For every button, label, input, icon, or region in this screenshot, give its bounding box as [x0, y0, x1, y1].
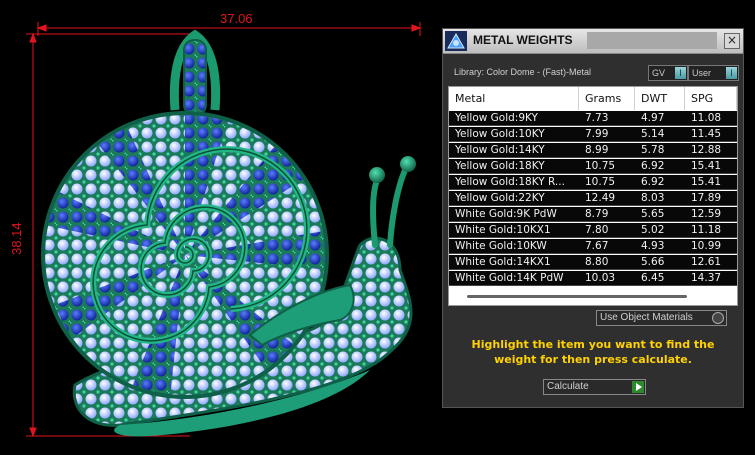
- cell-spg: 12.88: [691, 144, 722, 156]
- table-row[interactable]: Yellow Gold:14KY 8.99 5.78 12.88: [449, 143, 737, 158]
- table-row[interactable]: White Gold:14K PdW 10.03 6.45 14.37: [449, 271, 737, 286]
- table-row[interactable]: White Gold:10KW 7.67 4.93 10.99: [449, 239, 737, 254]
- cell-metal: Yellow Gold:10KY: [455, 128, 545, 140]
- titlebar-filler: [587, 32, 717, 49]
- cell-dwt: 8.03: [641, 192, 665, 204]
- app-logo-icon: [445, 31, 467, 51]
- cell-spg: 14.37: [691, 272, 722, 284]
- height-dimension-label: 38.14: [9, 222, 24, 255]
- cell-metal: Yellow Gold:9KY: [455, 112, 538, 124]
- cell-grams: 7.99: [585, 128, 609, 140]
- cell-spg: 11.18: [691, 224, 722, 236]
- cell-grams: 7.80: [585, 224, 609, 236]
- library-label: Library: Color Dome - (Fast)-Metal: [454, 67, 592, 77]
- calculate-label: Calculate: [547, 381, 589, 392]
- cell-dwt: 5.02: [641, 224, 665, 236]
- scrollbar-thumb[interactable]: [467, 295, 687, 298]
- cell-dwt: 4.97: [641, 112, 665, 124]
- cell-metal: Yellow Gold:14KY: [455, 144, 545, 156]
- width-dimension-label: 37.06: [220, 11, 253, 26]
- table-header: Metal Grams DWT SPG: [449, 87, 737, 110]
- user-toggle-label: User: [692, 68, 712, 78]
- cell-spg: 15.41: [691, 176, 722, 188]
- cell-grams: 10.03: [585, 272, 616, 284]
- column-header-spg[interactable]: SPG: [685, 87, 737, 110]
- cell-metal: Yellow Gold:18KY R...: [455, 176, 565, 188]
- cell-grams: 10.75: [585, 160, 616, 172]
- cell-spg: 17.89: [691, 192, 722, 204]
- column-header-grams[interactable]: Grams: [579, 87, 635, 110]
- use-object-materials-option[interactable]: Use Object Materials: [596, 310, 727, 326]
- table-row[interactable]: White Gold:10KX1 7.80 5.02 11.18: [449, 223, 737, 238]
- cell-spg: 11.08: [691, 112, 722, 124]
- table-row[interactable]: Yellow Gold:18KY 10.75 6.92 15.41: [449, 159, 737, 174]
- panel-titlebar[interactable]: METAL WEIGHTS ×: [443, 29, 743, 54]
- gv-toggle-label: GV: [652, 68, 666, 78]
- gv-toggle[interactable]: GV I: [648, 65, 688, 81]
- cell-dwt: 5.14: [641, 128, 665, 140]
- cell-metal: White Gold:10KW: [455, 240, 547, 252]
- pendant-bail: [169, 29, 221, 116]
- toggle-knob-icon: I: [726, 67, 737, 79]
- cell-grams: 8.99: [585, 144, 609, 156]
- cell-spg: 11.45: [691, 128, 722, 140]
- column-header-metal[interactable]: Metal: [449, 87, 579, 110]
- close-button[interactable]: ×: [724, 33, 740, 49]
- table-row[interactable]: Yellow Gold:18KY R... 10.75 6.92 15.41: [449, 175, 737, 190]
- cell-grams: 7.67: [585, 240, 609, 252]
- cell-dwt: 4.93: [641, 240, 665, 252]
- table-row[interactable]: Yellow Gold:9KY 7.73 4.97 11.08: [449, 111, 737, 126]
- cell-grams: 8.79: [585, 208, 609, 220]
- cell-metal: Yellow Gold:18KY: [455, 160, 545, 172]
- cell-spg: 12.61: [691, 256, 722, 268]
- cell-grams: 10.75: [585, 176, 616, 188]
- cell-dwt: 6.45: [641, 272, 665, 284]
- cell-spg: 12.59: [691, 208, 722, 220]
- cell-grams: 8.80: [585, 256, 609, 268]
- cell-spg: 10.99: [691, 240, 722, 252]
- column-header-dwt[interactable]: DWT: [635, 87, 685, 110]
- cell-metal: Yellow Gold:22KY: [455, 192, 545, 204]
- instructions-text: Highlight the item you want to find the …: [471, 338, 715, 366]
- play-icon: [632, 381, 644, 393]
- table-row[interactable]: Yellow Gold:22KY 12.49 8.03 17.89: [449, 191, 737, 206]
- horizontal-scrollbar[interactable]: [449, 289, 737, 305]
- panel-title: METAL WEIGHTS: [473, 33, 573, 47]
- snail-pendant-model: [26, 22, 422, 438]
- calculate-button[interactable]: Calculate: [543, 379, 646, 395]
- metal-weights-panel: METAL WEIGHTS × Library: Color Dome - (F…: [442, 28, 744, 408]
- cell-dwt: 5.65: [641, 208, 665, 220]
- use-object-materials-label: Use Object Materials: [600, 312, 693, 323]
- table-row[interactable]: White Gold:9K PdW 8.79 5.65 12.59: [449, 207, 737, 222]
- cell-grams: 7.73: [585, 112, 609, 124]
- cell-dwt: 5.78: [641, 144, 665, 156]
- cell-dwt: 6.92: [641, 176, 665, 188]
- table-row[interactable]: White Gold:14KX1 8.80 5.66 12.61: [449, 255, 737, 270]
- cell-metal: White Gold:14KX1: [455, 256, 551, 268]
- toggle-knob-icon: I: [675, 67, 686, 79]
- table-row[interactable]: Yellow Gold:10KY 7.99 5.14 11.45: [449, 127, 737, 142]
- cell-metal: White Gold:10KX1: [455, 224, 551, 236]
- cell-spg: 15.41: [691, 160, 722, 172]
- metal-table[interactable]: Metal Grams DWT SPG Yellow Gold:9KY 7.73 4…: [448, 86, 738, 306]
- user-toggle[interactable]: User I: [688, 65, 739, 81]
- cell-metal: White Gold:14K PdW: [455, 272, 564, 284]
- cell-dwt: 5.66: [641, 256, 665, 268]
- cell-metal: White Gold:9K PdW: [455, 208, 557, 220]
- radio-icon: [712, 312, 724, 324]
- antenna-tip-right: [400, 156, 416, 172]
- 3d-viewport[interactable]: 37.06 38.14: [0, 0, 442, 451]
- cell-grams: 12.49: [585, 192, 616, 204]
- cell-dwt: 6.92: [641, 160, 665, 172]
- antenna-tip-left: [369, 167, 385, 183]
